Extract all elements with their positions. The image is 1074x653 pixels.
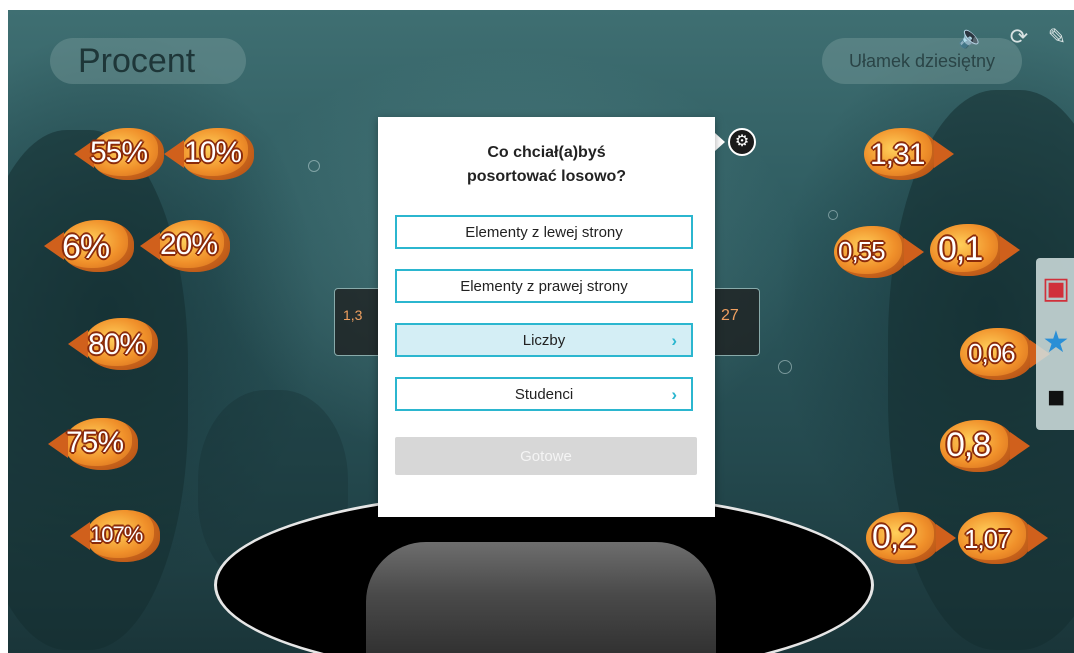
fish-label: 1,31 — [870, 138, 925, 171]
magic-hat-icon[interactable]: ■ — [1040, 374, 1072, 422]
game-stage: Procent Ułamek dziesiętny 🔈 ⟳ ✎ 55% 10% … — [8, 10, 1074, 653]
gear-icon[interactable]: ⚙ — [728, 128, 756, 156]
chevron-right-icon: › — [671, 385, 677, 404]
side-toolbar: ▣ ★ ■ — [1036, 258, 1074, 430]
option-label: Elementy z lewej strony — [465, 223, 623, 241]
fish-label: 55% — [90, 136, 148, 169]
fish-item[interactable]: 20% — [140, 220, 236, 276]
fish-item[interactable]: 0,8 — [940, 420, 1030, 476]
refresh-icon[interactable]: ⟳ — [1006, 24, 1032, 50]
fish-item[interactable]: 0,1 — [930, 224, 1020, 280]
bubble — [308, 160, 320, 172]
fish-item[interactable]: 0,55 — [834, 226, 924, 282]
pencil-icon[interactable]: ✎ — [1044, 24, 1070, 50]
fish-item[interactable]: 10% — [164, 128, 260, 184]
fish-item[interactable]: 0,06 — [960, 328, 1050, 384]
option-left-elements[interactable]: Elementy z lewej strony — [395, 215, 693, 249]
fish-item[interactable]: 1,07 — [958, 512, 1048, 568]
fish-label: 107% — [90, 522, 143, 547]
option-right-elements[interactable]: Elementy z prawej strony — [395, 269, 693, 303]
option-numbers[interactable]: Liczby › — [395, 323, 693, 357]
magic-hat-crown — [366, 542, 716, 653]
fish-item[interactable]: 6% — [44, 220, 140, 276]
bubble — [778, 360, 792, 374]
fish-item[interactable]: 1,31 — [864, 128, 954, 184]
fish-label: 10% — [184, 136, 242, 169]
fish-label: 20% — [160, 228, 218, 261]
fish-label: 80% — [88, 328, 146, 361]
fish-label: 0,55 — [838, 236, 886, 266]
fish-item[interactable]: 0,2 — [866, 512, 956, 568]
fish-item[interactable]: 107% — [70, 510, 166, 566]
shuffle-dialog: Co chciał(a)byś posortować losowo? Eleme… — [378, 117, 715, 517]
fish-label: 6% — [62, 228, 110, 266]
fish-label: 0,8 — [946, 426, 991, 464]
option-label: Elementy z prawej strony — [460, 277, 628, 295]
category-label-left: Procent — [50, 38, 246, 84]
dialog-question-line1: Co chciał(a)byś — [487, 144, 606, 161]
speaker-icon[interactable]: 🔈 — [958, 24, 985, 50]
chevron-right-icon: › — [671, 331, 677, 350]
fish-label: 0,2 — [872, 518, 917, 556]
category-label-right: Ułamek dziesiętny — [822, 38, 1022, 84]
fish-label: 1,07 — [964, 524, 1012, 554]
dialog-question: Co chciał(a)byś posortować losowo? — [378, 141, 715, 189]
rock-decoration — [8, 130, 188, 650]
modal-pointer — [715, 133, 725, 151]
option-students[interactable]: Studenci › — [395, 377, 693, 411]
fish-item[interactable]: 75% — [48, 418, 144, 474]
bubble — [828, 210, 838, 220]
fish-item[interactable]: 80% — [68, 318, 164, 374]
dialog-question-line2: posortować losowo? — [466, 168, 627, 185]
fish-label: 0,06 — [968, 338, 1016, 368]
done-button[interactable]: Gotowe — [395, 437, 697, 475]
fish-label: 0,1 — [938, 230, 983, 268]
sorting-bin-label: 27 — [721, 307, 739, 324]
timer-icon[interactable]: ▣ — [1040, 264, 1072, 312]
fish-item[interactable]: 55% — [74, 128, 170, 184]
option-label: Studenci — [514, 385, 574, 403]
sorting-bin-label: 1,3 — [343, 307, 363, 323]
option-label: Liczby — [522, 331, 566, 349]
star-icon[interactable]: ★ — [1040, 318, 1072, 366]
fish-label: 75% — [66, 426, 124, 459]
